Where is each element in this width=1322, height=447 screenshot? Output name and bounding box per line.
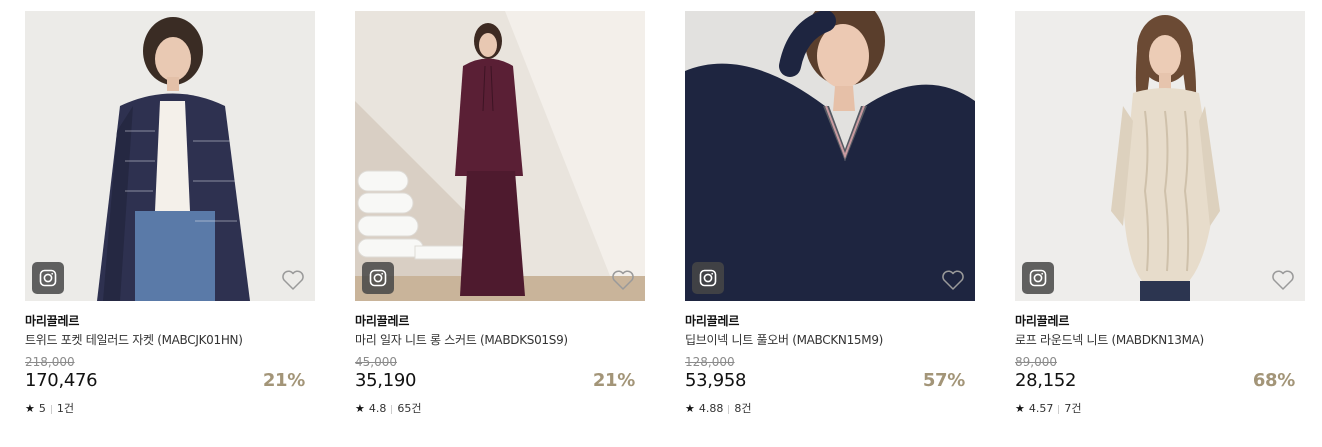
divider [1058, 404, 1060, 414]
discount-rate: 21% [262, 370, 305, 391]
heart-icon[interactable] [611, 269, 635, 291]
brand-name[interactable]: 마리끌레르 [25, 313, 315, 329]
product-photo [685, 11, 975, 301]
sale-price: 28,152 [1015, 370, 1077, 391]
star-icon: ★ [25, 402, 35, 415]
product-card[interactable]: 마리끌레르 트위드 포켓 테일러드 자켓 (MABCJK01HN) 218,00… [25, 11, 315, 416]
instagram-icon[interactable] [692, 262, 724, 294]
price-row: 53,958 57% [685, 369, 975, 393]
review-count: 8건 [734, 402, 752, 415]
brand-name[interactable]: 마리끌레르 [685, 313, 975, 329]
instagram-icon[interactable] [32, 262, 64, 294]
sale-price: 170,476 [25, 370, 98, 391]
product-name[interactable]: 딥브이넥 니트 풀오버 (MABCKN15M9) [685, 332, 975, 348]
discount-rate: 21% [592, 370, 635, 391]
star-icon: ★ [355, 402, 365, 415]
rating-value: 4.8 [368, 402, 387, 415]
product-card[interactable]: 마리끌레르 마리 일자 니트 롱 스커트 (MABDKS01S9) 45,000… [355, 11, 645, 416]
original-price: 45,000 [355, 355, 397, 369]
original-price: 218,000 [25, 355, 75, 369]
rating-value: 5 [38, 402, 46, 415]
sale-price: 53,958 [685, 370, 747, 391]
rating-row: ★ 4.57 7건 [1015, 402, 1305, 416]
divider [391, 404, 393, 414]
product-grid: 마리끌레르 트위드 포켓 테일러드 자켓 (MABCJK01HN) 218,00… [25, 11, 1305, 416]
product-photo [355, 11, 645, 301]
brand-name[interactable]: 마리끌레르 [355, 313, 645, 329]
product-image[interactable] [25, 11, 315, 301]
original-price: 89,000 [1015, 355, 1057, 369]
star-icon: ★ [1015, 402, 1025, 415]
price-row: 28,152 68% [1015, 369, 1305, 393]
discount-rate: 57% [922, 370, 965, 391]
product-card[interactable]: 마리끌레르 로프 라운드넥 니트 (MABDKN13MA) 89,000 28,… [1015, 11, 1305, 416]
price-row: 170,476 21% [25, 369, 315, 393]
product-image[interactable] [355, 11, 645, 301]
sale-price: 35,190 [355, 370, 417, 391]
star-icon: ★ [685, 402, 695, 415]
discount-rate: 68% [1252, 370, 1295, 391]
product-name[interactable]: 로프 라운드넥 니트 (MABDKN13MA) [1015, 332, 1305, 348]
heart-icon[interactable] [281, 269, 305, 291]
divider [50, 404, 52, 414]
rating-value: 4.57 [1028, 402, 1054, 415]
review-count: 1건 [56, 402, 74, 415]
instagram-icon[interactable] [362, 262, 394, 294]
rating-row: ★ 4.8 65건 [355, 402, 645, 416]
product-photo [25, 11, 315, 301]
original-price: 128,000 [685, 355, 735, 369]
rating-row: ★ 4.88 8건 [685, 402, 975, 416]
product-name[interactable]: 트위드 포켓 테일러드 자켓 (MABCJK01HN) [25, 332, 315, 348]
product-image[interactable] [1015, 11, 1305, 301]
brand-name[interactable]: 마리끌레르 [1015, 313, 1305, 329]
product-name[interactable]: 마리 일자 니트 롱 스커트 (MABDKS01S9) [355, 332, 645, 348]
review-count: 7건 [1064, 402, 1082, 415]
rating-value: 4.88 [698, 402, 724, 415]
divider [728, 404, 730, 414]
product-photo [1015, 11, 1305, 301]
heart-icon[interactable] [941, 269, 965, 291]
product-image[interactable] [685, 11, 975, 301]
price-row: 35,190 21% [355, 369, 645, 393]
rating-row: ★ 5 1건 [25, 402, 315, 416]
review-count: 65건 [397, 402, 422, 415]
instagram-icon[interactable] [1022, 262, 1054, 294]
heart-icon[interactable] [1271, 269, 1295, 291]
product-card[interactable]: 마리끌레르 딥브이넥 니트 풀오버 (MABCKN15M9) 128,000 5… [685, 11, 975, 416]
